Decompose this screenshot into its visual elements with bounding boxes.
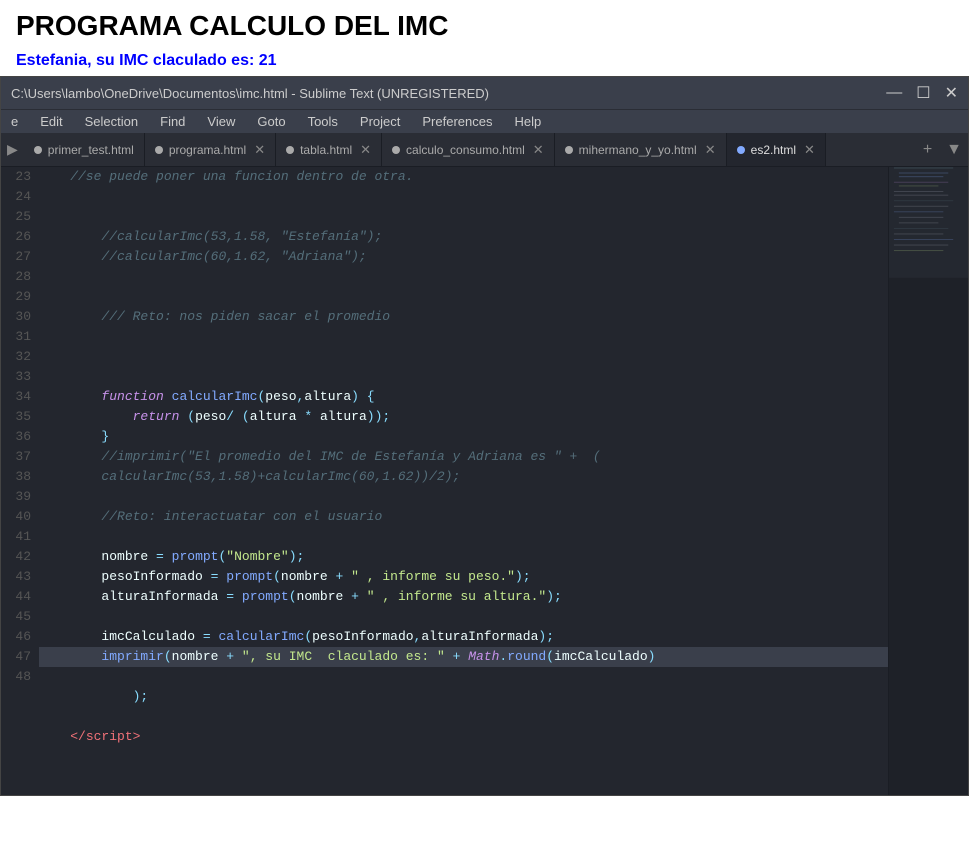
tab-label: programa.html [169,143,246,157]
tab-dot [155,146,163,154]
menu-item-help[interactable]: Help [510,112,545,131]
tab-close-icon[interactable]: ✕ [533,142,544,158]
sublime-window: C:\Users\lambo\OneDrive\Documentos\imc.h… [0,76,969,796]
browser-page: PROGRAMA CALCULO DEL IMC Estefania, su I… [0,0,969,70]
tab-label: tabla.html [300,143,352,157]
tab-close-icon[interactable]: ✕ [705,142,716,158]
minimize-button[interactable]: — [886,84,902,102]
tab-label: mihermano_y_yo.html [579,143,697,157]
line-numbers: 23 24 25 26 27 28 29 30 31 32 33 34 35 3… [1,167,39,795]
menu-item-edit[interactable]: Edit [36,112,66,131]
tab-label: calculo_consumo.html [406,143,525,157]
tab-close-icon[interactable]: ✕ [254,142,265,158]
tab-dot [392,146,400,154]
menu-item-preferences[interactable]: Preferences [418,112,496,131]
tab-calculo-consumo[interactable]: calculo_consumo.html ✕ [382,133,555,166]
tab-chevron-icon[interactable]: ▼ [940,133,968,166]
tab-close-icon[interactable]: ✕ [360,142,371,158]
tab-add-button[interactable]: + [915,133,940,166]
page-subtitle: Estefania, su IMC claculado es: 21 [16,52,953,70]
tab-tabla[interactable]: tabla.html ✕ [276,133,382,166]
title-bar-controls: — ☐ ✕ [886,83,958,103]
tab-primer-test[interactable]: primer_test.html [24,133,145,166]
maximize-button[interactable]: ☐ [916,83,930,103]
subtitle-prefix: Estefania, su IMC claculado es: [16,52,259,69]
page-title: PROGRAMA CALCULO DEL IMC [16,10,953,42]
menu-bar: e Edit Selection Find View Goto Tools Pr… [1,109,968,133]
code-area[interactable]: 23 24 25 26 27 28 29 30 31 32 33 34 35 3… [1,167,968,795]
tab-label: primer_test.html [48,143,134,157]
title-bar-text: C:\Users\lambo\OneDrive\Documentos\imc.h… [11,86,886,101]
tab-close-icon[interactable]: ✕ [804,142,815,158]
tab-es2[interactable]: es2.html ✕ [727,133,826,166]
minimap-svg [889,167,968,795]
tab-dot [737,146,745,154]
tab-programa[interactable]: programa.html ✕ [145,133,276,166]
menu-item-goto[interactable]: Goto [253,112,289,131]
menu-item-tools[interactable]: Tools [304,112,342,131]
tab-dot [34,146,42,154]
close-button[interactable]: ✕ [945,83,958,103]
tab-label: es2.html [751,143,796,157]
menu-item-selection[interactable]: Selection [81,112,142,131]
menu-item-view[interactable]: View [203,112,239,131]
tab-dot [286,146,294,154]
code-content[interactable]: //se puede poner una funcion dentro de o… [39,167,888,795]
menu-item-project[interactable]: Project [356,112,404,131]
menu-item-file[interactable]: e [7,112,22,131]
tab-mihermano[interactable]: mihermano_y_yo.html ✕ [555,133,727,166]
title-bar: C:\Users\lambo\OneDrive\Documentos\imc.h… [1,77,968,109]
tab-dot [565,146,573,154]
minimap [888,167,968,795]
tab-scroll-left[interactable]: ▶ [1,133,24,166]
code-pre: //se puede poner una funcion dentro de o… [39,167,888,767]
subtitle-value: 21 [259,52,277,69]
tabs-bar: ▶ primer_test.html programa.html ✕ tabla… [1,133,968,167]
menu-item-find[interactable]: Find [156,112,189,131]
